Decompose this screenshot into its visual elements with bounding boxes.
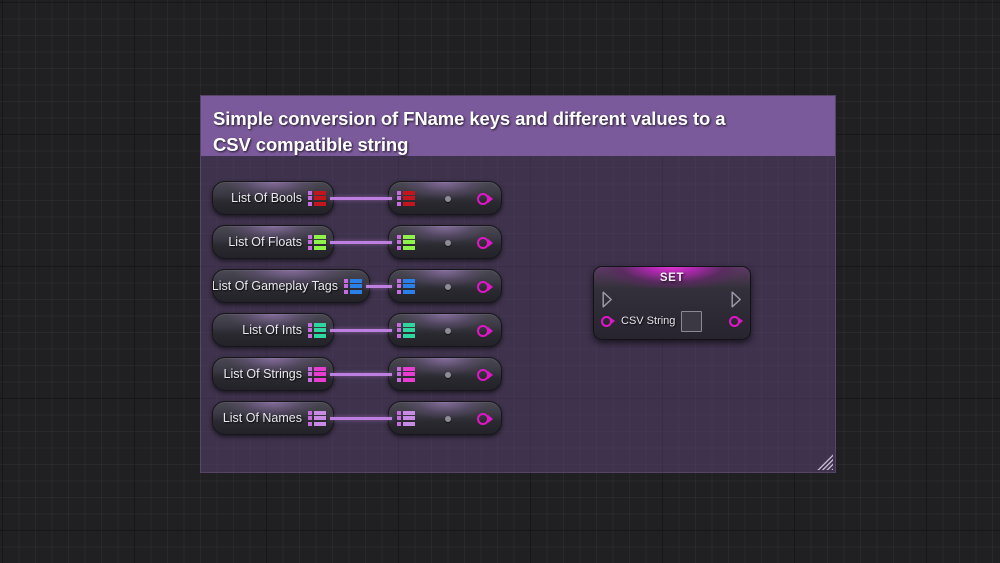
variable-get-node[interactable]: List Of Strings: [212, 357, 334, 391]
array-type-swatch: [403, 190, 415, 206]
array-type-swatch: [314, 322, 326, 338]
exec-in-pin[interactable]: [602, 291, 613, 308]
array-marker-icon: [397, 410, 401, 426]
array-type-swatch: [403, 322, 415, 338]
node-output-pin[interactable]: [477, 193, 493, 205]
variable-get-node[interactable]: List Of Names: [212, 401, 334, 435]
array-type-swatch: [314, 234, 326, 250]
csv-string-input-pin[interactable]: [601, 315, 615, 327]
set-node-value-row: CSV String: [594, 309, 750, 333]
array-marker-icon: [397, 322, 401, 338]
array-pin-icon[interactable]: [397, 234, 415, 250]
array-pin-icon[interactable]: [397, 322, 415, 338]
conversion-node[interactable]: [388, 269, 502, 303]
csv-string-output-pin[interactable]: [729, 315, 743, 327]
array-pin-icon[interactable]: [344, 278, 362, 294]
pin-arrow-icon: [488, 239, 493, 247]
set-node[interactable]: SET CSV String: [593, 266, 751, 340]
node-label: List Of Strings: [223, 367, 303, 381]
collapsed-node-dot: [445, 328, 451, 334]
conversion-node[interactable]: [388, 181, 502, 215]
array-marker-icon: [308, 234, 312, 250]
array-marker-icon: [344, 278, 348, 294]
comment-title: Simple conversion of FName keys and diff…: [213, 108, 726, 156]
array-pin-icon[interactable]: [308, 190, 326, 206]
node-label: List Of Ints: [242, 323, 302, 337]
array-pin-icon[interactable]: [397, 366, 415, 382]
node-label: List Of Gameplay Tags: [212, 279, 338, 293]
array-marker-icon: [308, 322, 312, 338]
variable-get-node[interactable]: List Of Gameplay Tags: [212, 269, 370, 303]
collapsed-node-dot: [445, 196, 451, 202]
pin-arrow-icon: [488, 327, 493, 335]
array-marker-icon: [397, 234, 401, 250]
array-pin-icon[interactable]: [397, 190, 415, 206]
variable-get-node[interactable]: List Of Bools: [212, 181, 334, 215]
connection-wire[interactable]: [330, 329, 392, 332]
array-marker-icon: [308, 410, 312, 426]
connection-wire[interactable]: [366, 285, 392, 288]
variable-get-node[interactable]: List Of Ints: [212, 313, 334, 347]
array-type-swatch: [314, 366, 326, 382]
array-type-swatch: [314, 190, 326, 206]
array-marker-icon: [397, 278, 401, 294]
comment-resize-handle[interactable]: [817, 454, 833, 470]
node-label: List Of Bools: [231, 191, 302, 205]
array-pin-icon[interactable]: [308, 322, 326, 338]
collapsed-node-dot: [445, 372, 451, 378]
node-label: List Of Floats: [228, 235, 302, 249]
array-pin-icon[interactable]: [308, 234, 326, 250]
connection-wire[interactable]: [330, 417, 392, 420]
collapsed-node-dot: [445, 240, 451, 246]
array-type-swatch: [314, 410, 326, 426]
array-marker-icon: [397, 190, 401, 206]
array-type-swatch: [403, 278, 415, 294]
connection-wire[interactable]: [330, 197, 392, 200]
conversion-node[interactable]: [388, 357, 502, 391]
array-marker-icon: [308, 366, 312, 382]
set-node-header: SET: [594, 267, 750, 288]
csv-string-label: CSV String: [621, 315, 676, 327]
array-marker-icon: [308, 190, 312, 206]
array-marker-icon: [397, 366, 401, 382]
exec-out-pin[interactable]: [731, 291, 742, 308]
conversion-node[interactable]: [388, 313, 502, 347]
set-node-title: SET: [659, 271, 685, 284]
pin-arrow-icon: [488, 195, 493, 203]
array-pin-icon[interactable]: [308, 410, 326, 426]
array-type-swatch: [403, 234, 415, 250]
array-type-swatch: [350, 278, 362, 294]
conversion-node[interactable]: [388, 225, 502, 259]
comment-header[interactable]: Simple conversion of FName keys and diff…: [201, 96, 835, 156]
array-pin-icon[interactable]: [308, 366, 326, 382]
connection-wire[interactable]: [330, 373, 392, 376]
node-output-pin[interactable]: [477, 281, 493, 293]
variable-get-node[interactable]: List Of Floats: [212, 225, 334, 259]
connection-wire[interactable]: [330, 241, 392, 244]
collapsed-node-dot: [445, 284, 451, 290]
node-label: List Of Names: [222, 411, 302, 425]
array-type-swatch: [403, 366, 415, 382]
collapsed-node-dot: [445, 416, 451, 422]
pin-arrow-icon: [488, 415, 493, 423]
pin-arrow-icon: [739, 318, 743, 324]
pin-arrow-icon: [611, 318, 615, 324]
array-pin-icon[interactable]: [397, 410, 415, 426]
pin-arrow-icon: [488, 371, 493, 379]
node-output-pin[interactable]: [477, 237, 493, 249]
csv-string-input[interactable]: [681, 310, 703, 332]
node-output-pin[interactable]: [477, 413, 493, 425]
node-output-pin[interactable]: [477, 325, 493, 337]
array-pin-icon[interactable]: [397, 278, 415, 294]
node-output-pin[interactable]: [477, 369, 493, 381]
conversion-node[interactable]: [388, 401, 502, 435]
blueprint-graph-canvas[interactable]: Simple conversion of FName keys and diff…: [0, 0, 1000, 563]
array-type-swatch: [403, 410, 415, 426]
pin-arrow-icon: [488, 283, 493, 291]
